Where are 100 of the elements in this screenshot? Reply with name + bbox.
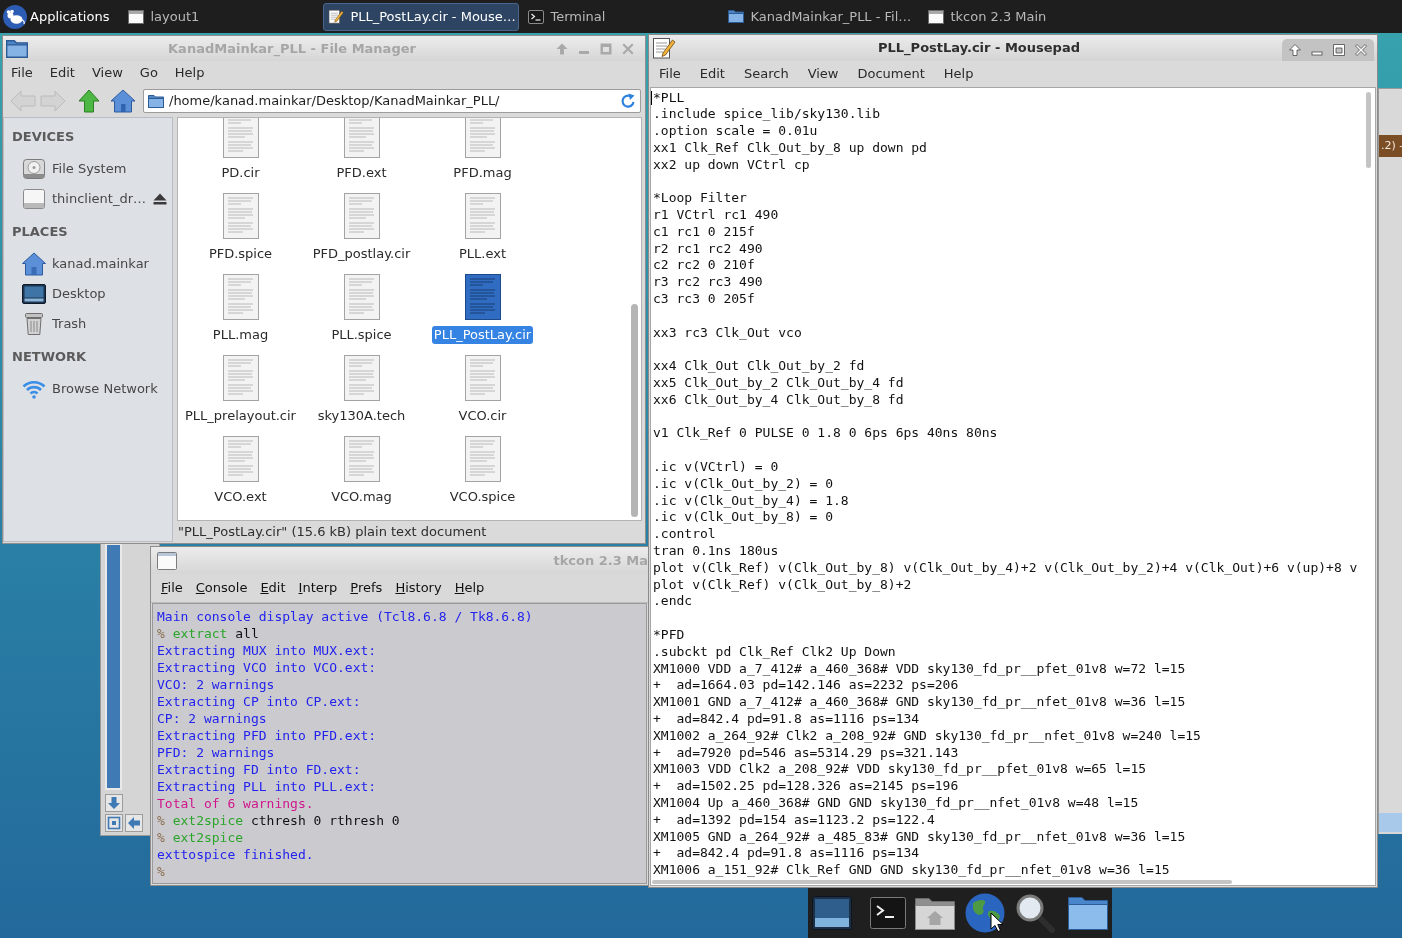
console-line: % ext2spice cthresh 0 rthresh 0 — [157, 812, 400, 829]
drive-icon — [22, 187, 46, 211]
menu-item[interactable]: Document — [848, 63, 934, 85]
file-name[interactable]: PFD.mag — [451, 164, 514, 182]
menu-item[interactable]: File — [3, 62, 41, 84]
sidebar-item[interactable]: Browse Network — [4, 374, 172, 404]
menu-item[interactable]: Help — [454, 578, 485, 598]
applications-button[interactable]: Applications — [3, 1, 116, 32]
file-name[interactable]: PFD_postlay.cir — [310, 245, 413, 263]
code-line: c1 rc1 0 215f — [653, 223, 755, 241]
trash-icon — [22, 312, 46, 336]
code-line: c3 rc3 0 205f — [653, 291, 755, 308]
text-cursor — [651, 91, 652, 105]
file-name[interactable]: PFD.ext — [334, 164, 389, 182]
menu-item[interactable]: Help — [934, 63, 983, 85]
menu-item[interactable]: View — [798, 63, 848, 85]
code-line: + ad=7920 pd=546 as=5314.29 ps=321.143 — [653, 744, 959, 762]
code-line: XM1000 VDD a_7_412# a_460_368# VDD sky130_fd_pr__pfet_01v8 w=72 l=15 — [653, 660, 1186, 678]
monitor-icon[interactable] — [812, 896, 852, 930]
home-icon — [22, 252, 46, 276]
file-name[interactable]: PLL_prelayout.cir — [183, 407, 298, 425]
reload-icon[interactable] — [620, 93, 636, 109]
taskbar-button[interactable]: KanadMainkar_PLL - Fil… — [723, 2, 920, 31]
taskbar-button[interactable]: tkcon 2.3 Main — [923, 2, 1120, 31]
taskbar-button[interactable]: layout1 — [123, 2, 320, 31]
console-line: VCO: 2 warnings — [157, 676, 275, 693]
taskbar-button[interactable]: PLL_PostLay.cir - Mouse… — [323, 2, 520, 31]
console-line: PFD: 2 warnings — [157, 744, 275, 761]
menu-item[interactable]: View — [83, 62, 131, 84]
menu-item[interactable]: Search — [734, 63, 798, 85]
code-line: .endc — [653, 593, 693, 611]
file-name[interactable]: PLL.ext — [457, 245, 508, 263]
window-icon — [128, 9, 145, 24]
file-name[interactable]: VCO.ext — [212, 488, 269, 506]
code-line: c2 rc2 0 210f — [653, 257, 755, 275]
close-icon[interactable] — [1355, 44, 1367, 56]
code-line: v1 Clk_Ref 0 PULSE 0 1.8 0 6ps 6ps 40ns 80ns — [653, 425, 998, 443]
code-line: plot v(Clk_Ref) v(Clk_Out_by_8)+2 — [653, 576, 912, 594]
wifi-icon — [22, 379, 46, 399]
folder-icon[interactable] — [1068, 896, 1108, 930]
taskbar-button[interactable]: Terminal — [523, 2, 720, 31]
arrow-up-icon[interactable] — [1289, 44, 1301, 56]
home-icon[interactable] — [110, 89, 136, 113]
sidebar-item[interactable]: File System — [4, 154, 172, 184]
menu-item[interactable]: File — [650, 63, 690, 85]
left-arrow-icon[interactable] — [125, 814, 143, 832]
file-name[interactable]: VCO.mag — [329, 488, 394, 506]
file-name[interactable]: PLL.mag — [210, 326, 271, 344]
sidebar-item[interactable]: kanad.mainkar — [4, 249, 172, 279]
menu-item[interactable]: Prefs — [350, 578, 383, 598]
menu-item[interactable]: Edit — [41, 62, 83, 84]
file-name[interactable]: PLL.spice — [329, 326, 394, 344]
console-line: % ext2spice — [157, 829, 244, 846]
path-field[interactable]: /home/kanad.mainkar/Desktop/KanadMainkar_PLL/ — [143, 89, 641, 113]
menu-item[interactable]: Go — [131, 62, 166, 84]
scrollbar-thumb[interactable] — [631, 304, 638, 517]
code-line: xx6 Clk_Out_by_4 Clk_Out_by_8 fd — [653, 391, 904, 409]
menu-item[interactable]: Help — [166, 62, 213, 84]
menu-item[interactable]: Edit — [690, 63, 734, 85]
code-line: + ad=842.4 pd=91.8 as=1116 ps=134 — [653, 845, 920, 863]
file-name[interactable]: sky130A.tech — [315, 407, 408, 425]
code-line: + ad=1392 pd=154 as=1123.2 ps=122.4 — [653, 811, 935, 829]
code-line: .include spice_lib/sky130.lib — [653, 106, 880, 124]
home-folder-icon[interactable] — [915, 896, 955, 930]
console-line: Extracting CP into CP.ext: — [157, 693, 361, 710]
console-line: CP: 2 warnings — [157, 710, 267, 727]
nested-square-icon[interactable] — [105, 814, 123, 832]
menu-item[interactable]: File — [161, 578, 183, 598]
back-arrow-icon[interactable] — [10, 90, 36, 112]
menu-item[interactable]: Interp — [298, 578, 338, 598]
code-line: xx1 Clk_Ref Clk_Out_by_8 up down pd — [653, 139, 927, 157]
terminal-icon[interactable] — [870, 897, 906, 929]
console-line: % — [157, 863, 165, 880]
sidebar-item[interactable]: thinclient_dr… — [4, 184, 172, 214]
menu-item[interactable]: Console — [195, 578, 248, 598]
scrollbar-thumb[interactable] — [652, 880, 1232, 884]
menu-item[interactable]: History — [395, 578, 442, 598]
code-line: xx2 up down VCtrl cp — [653, 156, 810, 174]
magnifier-icon[interactable] — [1015, 893, 1055, 933]
maximize-icon[interactable] — [1333, 44, 1345, 56]
sidebar-item[interactable]: Trash — [4, 309, 172, 339]
down-arrow-icon[interactable] — [105, 794, 123, 812]
code-line: *Loop Filter — [653, 190, 747, 208]
code-line: XM1004 Up a_460_368# GND GND sky130_fd_pr__nfet_01v8 w=48 l=15 — [653, 794, 1139, 812]
scrollbar-thumb[interactable] — [105, 543, 122, 790]
code-line: .ic v(Clk_Out_by_4) = 1.8 — [653, 492, 849, 510]
console-line: Extracting FD into FD.ext: — [157, 761, 361, 778]
file-name[interactable]: PFD.spice — [206, 245, 275, 263]
up-arrow-icon[interactable] — [78, 89, 100, 113]
eject-icon[interactable] — [153, 193, 167, 205]
file-name[interactable]: PD.cir — [219, 164, 262, 182]
file-name[interactable]: VCO.cir — [456, 407, 509, 425]
menu-item[interactable]: Edit — [260, 578, 286, 598]
text-file-icon[interactable] — [464, 274, 501, 320]
scrollbar-thumb[interactable] — [1366, 92, 1371, 168]
file-name[interactable]: VCO.spice — [447, 488, 518, 506]
file-name[interactable]: PLL_PostLay.cir — [431, 326, 534, 344]
forward-arrow-icon[interactable] — [40, 90, 66, 112]
close-icon[interactable] — [622, 42, 634, 55]
sidebar-item[interactable]: Desktop — [4, 279, 172, 309]
